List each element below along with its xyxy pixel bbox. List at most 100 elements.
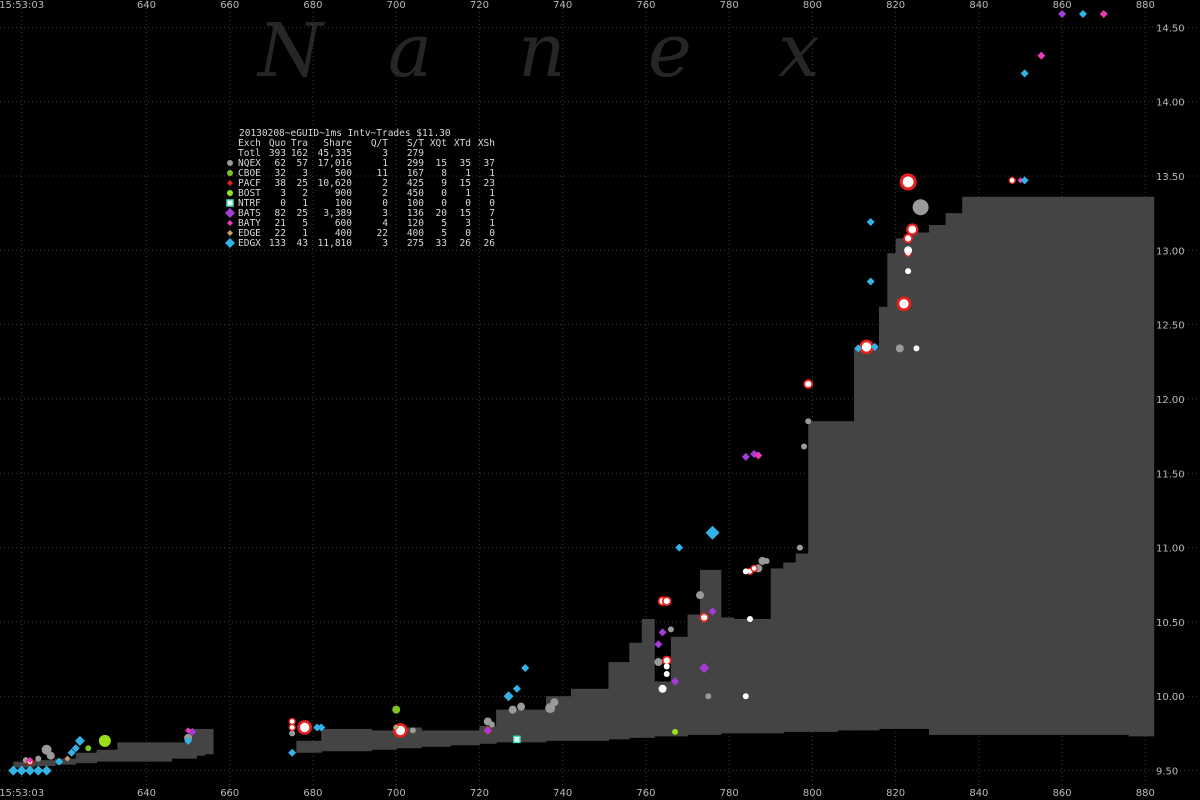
x-tick-label-top: 700	[387, 0, 406, 11]
pacf-point	[288, 723, 296, 732]
x-tick-label-top: 720	[470, 0, 489, 11]
nqex-point	[488, 721, 495, 728]
nqex-point	[667, 626, 674, 633]
x-tick-label-top: 880	[1136, 0, 1155, 11]
spread-segment	[321, 728, 372, 752]
spread-segment	[820, 421, 834, 732]
x-tick-label-bottom: 880	[1136, 788, 1155, 799]
unlabeled-point	[701, 614, 708, 621]
y-tick-label: 14.50	[1156, 23, 1185, 34]
x-tick-label-bottom: 640	[137, 788, 156, 799]
spread-segment	[895, 238, 913, 729]
spread-segment	[749, 618, 772, 734]
spread-segment	[629, 642, 643, 738]
cboe-point	[85, 745, 92, 752]
x-tick-label-bottom: 680	[303, 788, 322, 799]
spread-segment	[117, 742, 172, 762]
spread-segment	[945, 213, 963, 735]
x-tick-label-bottom: 800	[803, 788, 822, 799]
spread-segment	[571, 688, 609, 741]
spread-segment	[795, 553, 809, 732]
nqex-point	[895, 344, 904, 353]
x-tick-label-bottom: 820	[886, 788, 905, 799]
legend-cell: 275	[407, 238, 424, 249]
spread-segment	[296, 740, 322, 753]
y-tick-label: 14.00	[1156, 98, 1185, 109]
legend-cell: 26	[460, 238, 472, 249]
nqex-point	[805, 418, 812, 425]
nqex-point	[46, 751, 55, 760]
legend-cell: 133	[269, 238, 286, 249]
y-tick-label: 11.00	[1156, 544, 1185, 555]
y-tick-label: 11.50	[1156, 469, 1185, 480]
nqex-point	[289, 730, 296, 737]
spread-segment	[204, 728, 214, 755]
legend-cell: 3	[382, 238, 388, 249]
trades-chart: Nanex 15:53:03 640 660 680 700 720 740 760 780 80…	[0, 0, 1200, 800]
spread-segment	[75, 752, 98, 764]
pacf-point	[906, 223, 919, 236]
nqex-point	[796, 544, 803, 551]
grey-circle-icon	[227, 160, 233, 166]
spread-segment	[1128, 196, 1155, 737]
x-tick-label-top: 840	[969, 0, 988, 11]
teal-square-icon	[226, 199, 234, 207]
nqex-point	[508, 705, 517, 714]
nqex-point	[35, 755, 42, 762]
spread-segment	[196, 728, 206, 756]
nqex-point	[550, 698, 559, 707]
x-tick-label-bottom: 660	[220, 788, 239, 799]
spread-segment	[928, 225, 947, 735]
y-tick-label: 13.50	[1156, 172, 1185, 183]
y-tick-label: 12.00	[1156, 395, 1185, 406]
legend-cell: XSh	[478, 138, 495, 149]
pacf-point	[661, 655, 672, 666]
legend-cell: 26	[484, 238, 496, 249]
x-tick-label-top: 820	[886, 0, 905, 11]
spread-segment	[496, 709, 547, 743]
y-tick-label: 10.00	[1156, 692, 1185, 703]
spread-segment	[421, 730, 451, 747]
nqex-point	[696, 591, 705, 600]
spread-segment	[608, 662, 630, 740]
legend-cell: XQt	[430, 138, 447, 149]
x-tick-label-top: 760	[636, 0, 655, 11]
x-tick-label-bottom: 840	[969, 788, 988, 799]
watermark-letter: n	[518, 8, 566, 94]
x-tick-label-bottom: 720	[470, 788, 489, 799]
bost-point	[672, 728, 679, 735]
watermark-letter: e	[648, 8, 692, 94]
x-tick-label-top: 660	[220, 0, 239, 11]
nqex-point	[912, 199, 929, 216]
x-tick-label-bottom: 760	[636, 788, 655, 799]
pacf-point	[1008, 176, 1016, 185]
x-tick-label-bottom: 700	[387, 788, 406, 799]
spread-segment	[854, 348, 880, 731]
spread-segment	[670, 636, 689, 737]
unlabeled-point	[663, 663, 670, 670]
legend-cell: XTd	[454, 138, 471, 149]
x-tick-label-bottom: 15:53:03	[0, 788, 44, 799]
nqex-point	[409, 727, 416, 734]
x-tick-label-top: 680	[303, 0, 322, 11]
spread-segment	[770, 568, 784, 734]
spread-segment	[783, 562, 797, 732]
nqex-point	[517, 702, 526, 711]
x-tick-label-top: 800	[803, 0, 822, 11]
legend-cell: 11,810	[318, 238, 353, 249]
pacf-point	[750, 564, 758, 573]
bost-point	[98, 734, 111, 747]
spread-segment	[849, 421, 855, 731]
legend-cell: 33	[436, 238, 447, 249]
unlabeled-point	[913, 345, 920, 352]
pacf-point	[896, 296, 912, 312]
unlabeled-point	[742, 693, 749, 700]
legend-cell: 43	[297, 238, 308, 249]
x-tick-label-top: 15:53:03	[0, 0, 44, 11]
spread-segment	[371, 730, 397, 750]
spread-segment	[546, 696, 572, 741]
y-tick-label: 13.00	[1156, 246, 1185, 257]
x-tick-label-bottom: 780	[720, 788, 739, 799]
x-tick-label-top: 860	[1053, 0, 1072, 11]
spread-segment	[96, 749, 118, 762]
